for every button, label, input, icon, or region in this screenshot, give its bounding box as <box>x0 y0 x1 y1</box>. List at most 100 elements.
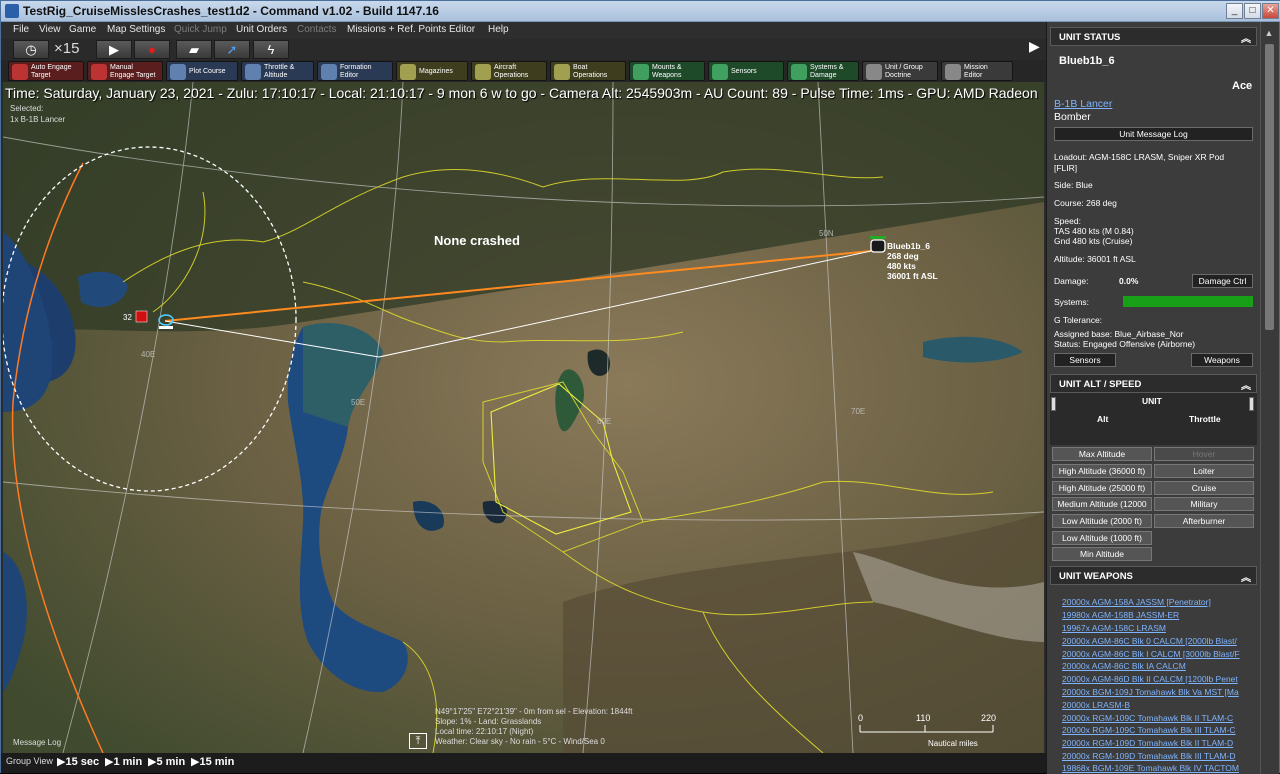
min-altitude-button[interactable]: Min Altitude <box>1052 547 1152 561</box>
loiter-button[interactable]: Loiter <box>1154 464 1254 478</box>
afterburner-button[interactable]: Afterburner <box>1154 514 1254 528</box>
throttle-column-label: Throttle <box>1189 414 1221 424</box>
formation-editor-button[interactable]: Formation Editor <box>317 61 393 81</box>
menu-quick-jump[interactable]: Quick Jump <box>174 24 227 35</box>
unit-weapons-header[interactable]: UNIT WEAPONS ︽ <box>1050 566 1257 585</box>
step-15min-button[interactable]: ▶15 min <box>191 755 234 768</box>
weapon-item[interactable]: 20000x AGM-86C Blk I CALCM [3000lb Blast… <box>1062 649 1244 659</box>
menu-view[interactable]: View <box>39 24 61 35</box>
cursor-local-time: Local time: 22:10:17 (Night) <box>435 727 534 736</box>
menu-map-settings[interactable]: Map Settings <box>107 24 165 35</box>
unit-view-icon[interactable]: ▰ <box>176 40 212 59</box>
tactical-map[interactable] <box>3 82 1044 753</box>
unit-name: Blueb1b_6 <box>1059 55 1115 67</box>
weapons-panel-button[interactable]: Weapons <box>1191 353 1253 367</box>
boat-operations-button[interactable]: Boat Operations <box>550 61 626 81</box>
message-log-tab[interactable]: Message Log <box>13 738 61 747</box>
panel-scrollbar[interactable]: ▲ <box>1260 22 1278 774</box>
scroll-up-arrow-icon[interactable]: ▲ <box>1263 28 1275 40</box>
minimize-button[interactable]: _ <box>1226 3 1243 19</box>
unit-role: Bomber <box>1054 111 1091 123</box>
maximize-button[interactable]: □ <box>1244 3 1261 19</box>
damage-control-button[interactable]: Damage Ctrl <box>1192 274 1253 288</box>
record-icon[interactable]: ● <box>134 40 170 59</box>
selected-unit: 1x B-1B Lancer <box>10 115 66 124</box>
weapon-item[interactable]: 19868x BGM-109E Tomahawk Blk IV TACTOM <box>1062 763 1244 773</box>
low-altitude-1000-button[interactable]: Low Altitude (1000 ft) <box>1052 531 1152 545</box>
military-button[interactable]: Military <box>1154 497 1254 511</box>
plot-course-button[interactable]: Plot Course <box>166 61 238 81</box>
mission-editor-button[interactable]: Mission Editor <box>941 61 1013 81</box>
menu-contacts[interactable]: Contacts <box>297 24 336 35</box>
cursor-icon[interactable]: ➚ <box>214 40 250 59</box>
weapon-item[interactable]: 20000x RGM-109D Tomahawk Blk III TLAM-D <box>1062 751 1244 761</box>
clock-icon[interactable]: ◷ <box>13 40 49 59</box>
cursor-info: N49°17'25" E72°21'39" - 0m from sel - El… <box>435 707 632 747</box>
alt-speed-header[interactable]: UNIT ALT / SPEED ︽ <box>1050 374 1257 393</box>
menu-unit-orders[interactable]: Unit Orders <box>236 24 287 35</box>
step-5min-button[interactable]: ▶5 min <box>148 755 185 768</box>
mounts-weapons-button[interactable]: Mounts & Weapons <box>629 61 705 81</box>
proficiency: Ace <box>1232 80 1253 92</box>
step-1min-button[interactable]: ▶1 min <box>105 755 142 768</box>
systems-damage-button[interactable]: Systems & Damage <box>787 61 859 81</box>
weapon-item[interactable]: 20000x RGM-109C Tomahawk Blk III TLAM-C <box>1062 725 1244 735</box>
close-button[interactable]: ✕ <box>1262 3 1279 19</box>
step-15sec-button[interactable]: ▶15 sec <box>57 755 99 768</box>
cruise-button[interactable]: Cruise <box>1154 481 1254 495</box>
weapon-item[interactable]: 20000x LRASM-B <box>1062 700 1244 710</box>
group-view-bar: Group View ▶15 sec ▶1 min ▶5 min ▶15 min <box>1 753 1046 773</box>
manual-engage-button[interactable]: Manual Engage Target <box>87 61 163 81</box>
lightning-icon[interactable]: ϟ <box>253 40 289 59</box>
auto-engage-button[interactable]: Auto Engage Target <box>8 61 84 81</box>
unit-status-text: Status: Engaged Offensive (Airborne) <box>1054 339 1196 349</box>
high-altitude-25000-button[interactable]: High Altitude (25000 ft) <box>1052 481 1152 495</box>
menu-game[interactable]: Game <box>69 24 96 35</box>
high-altitude-36000-button[interactable]: High Altitude (36000 ft) <box>1052 464 1152 478</box>
medium-altitude-button[interactable]: Medium Altitude (12000 <box>1052 497 1152 511</box>
alt-column-label: Alt <box>1097 414 1109 424</box>
unit-message-log-button[interactable]: Unit Message Log <box>1054 127 1253 141</box>
menu-missions[interactable]: Missions + Ref. Points <box>347 24 446 35</box>
throttle-altitude-button[interactable]: Throttle & Altitude <box>241 61 314 81</box>
damage-value: 0.0% <box>1119 276 1139 286</box>
max-altitude-button[interactable]: Max Altitude <box>1052 447 1152 461</box>
weapon-item[interactable]: 20000x BGM-109J Tomahawk Blk Va MST [Ma <box>1062 687 1244 697</box>
up-arrow-icon[interactable]: ⤒ <box>409 733 427 749</box>
weapon-item[interactable]: 19980x AGM-158B JASSM-ER <box>1062 610 1244 620</box>
magazines-button[interactable]: Magazines <box>396 61 468 81</box>
sensors-button[interactable]: Sensors <box>708 61 784 81</box>
aircraft-operations-button[interactable]: Aircraft Operations <box>471 61 547 81</box>
weapon-item[interactable]: 19967x AGM-158C LRASM <box>1062 623 1244 633</box>
unit-callout[interactable]: Blueb1b_6 268 deg 480 kts 36001 ft ASL <box>887 241 938 281</box>
doctrine-button[interactable]: Unit / Group Doctrine <box>862 61 938 81</box>
grid-label-60e: 60E <box>597 417 612 426</box>
unit-label: UNIT <box>1142 396 1162 406</box>
throttle-slider-handle[interactable] <box>1249 397 1254 411</box>
play-icon[interactable]: ▶ <box>96 40 132 59</box>
systems-bar <box>1123 296 1253 307</box>
weapon-item[interactable]: 20000x RGM-109D Tomahawk Blk II TLAM-D <box>1062 738 1244 748</box>
weapon-item[interactable]: 20000x AGM-86C Blk 0 CALCM [2000lb Blast… <box>1062 636 1244 646</box>
weapon-item[interactable]: 20000x AGM-86D Blk II CALCM [1200lb Pene… <box>1062 674 1244 684</box>
weapon-item[interactable]: 20000x RGM-109C Tomahawk Blk II TLAM-C <box>1062 713 1244 723</box>
panel-toggle-arrow-icon[interactable]: ▶ <box>1029 38 1040 55</box>
weapon-item[interactable]: 20000x AGM-158A JASSM [Penetrator] <box>1062 597 1244 607</box>
menu-file[interactable]: File <box>13 24 29 35</box>
scrollbar-thumb[interactable] <box>1265 44 1274 330</box>
grid-label-50n: 50N <box>819 229 834 238</box>
ground-speed: Gnd 480 kts (Cruise) <box>1054 236 1133 246</box>
hover-button[interactable]: Hover <box>1154 447 1254 461</box>
alt-slider-handle[interactable] <box>1051 397 1056 411</box>
assigned-base: Assigned base: Blue_Airbase_Nor <box>1054 329 1184 339</box>
aircraft-icon <box>475 64 491 80</box>
scale-tick-0: 0 <box>858 713 864 723</box>
unit-type-link[interactable]: B-1B Lancer <box>1054 98 1112 110</box>
low-altitude-2000-button[interactable]: Low Altitude (2000 ft) <box>1052 514 1152 528</box>
menu-editor[interactable]: Editor <box>449 24 475 35</box>
weapon-item[interactable]: 20000x AGM-86C Blk IA CALCM <box>1062 661 1244 671</box>
cursor-terrain: Slope: 1% - Land: Grasslands <box>435 717 542 726</box>
menu-help[interactable]: Help <box>488 24 509 35</box>
sensors-panel-button[interactable]: Sensors <box>1054 353 1116 367</box>
unit-status-header[interactable]: UNIT STATUS ︽ <box>1050 27 1257 46</box>
